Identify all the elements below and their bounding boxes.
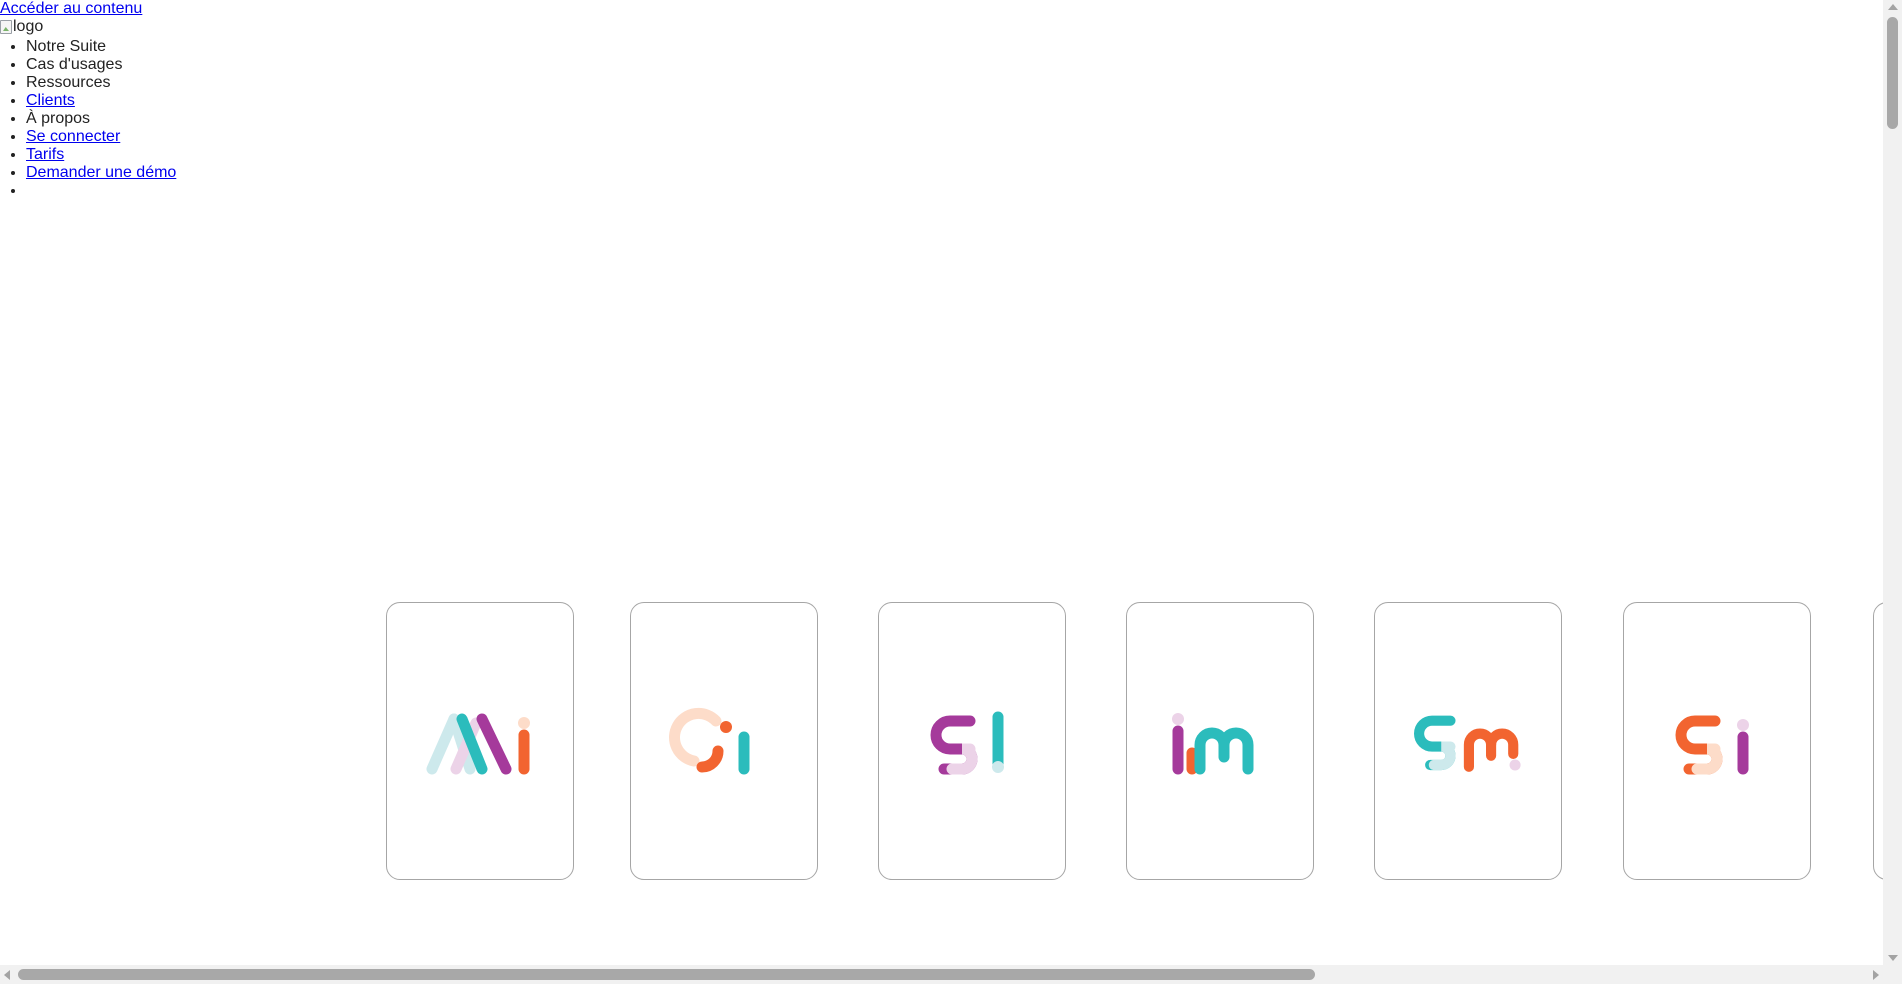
- product-card-oi[interactable]: [630, 602, 818, 880]
- nav-item-cas-usages[interactable]: Cas d'usages: [26, 56, 176, 74]
- nav-item-se-connecter: Se connecter: [26, 128, 176, 146]
- login-link[interactable]: Se connecter: [26, 128, 120, 145]
- nav-item-a-propos[interactable]: À propos: [26, 110, 176, 128]
- product-card-sm[interactable]: [1374, 602, 1562, 880]
- nav-item-clients: Clients: [26, 92, 176, 110]
- im-logo-icon: [1172, 713, 1254, 775]
- product-cards-carousel: [0, 602, 1883, 882]
- request-demo-link[interactable]: Demander une démo: [26, 164, 176, 181]
- si-orange-logo-icon: [1675, 715, 1749, 775]
- product-card-si-orange[interactable]: [1623, 602, 1811, 880]
- mi-logo-icon: [426, 713, 530, 775]
- product-card-mi[interactable]: [386, 602, 574, 880]
- main-navigation: Notre Suite Cas d'usages Ressources Clie…: [0, 38, 176, 200]
- logo-alt-text: logo: [13, 18, 44, 35]
- product-card-im[interactable]: [1126, 602, 1314, 880]
- scroll-up-arrow-icon[interactable]: [1888, 4, 1898, 10]
- site-logo[interactable]: logo: [0, 18, 43, 36]
- oi-logo-icon: [669, 707, 750, 775]
- si-logo-icon: [930, 711, 1004, 775]
- vertical-scroll-thumb[interactable]: [1887, 17, 1898, 129]
- pricing-link[interactable]: Tarifs: [26, 146, 64, 163]
- scroll-down-arrow-icon[interactable]: [1888, 955, 1898, 961]
- broken-image-icon: [0, 20, 12, 34]
- skip-to-content-link[interactable]: Accéder au contenu: [0, 0, 142, 18]
- nav-item-tarifs: Tarifs: [26, 146, 176, 164]
- nav-item-empty: [26, 182, 176, 200]
- nav-item-label[interactable]: Cas d'usages: [26, 56, 122, 73]
- clients-link[interactable]: Clients: [26, 92, 75, 109]
- nav-item-demo: Demander une démo: [26, 164, 176, 182]
- sm-logo-icon: [1414, 715, 1521, 772]
- nav-item-notre-suite[interactable]: Notre Suite: [26, 38, 176, 56]
- scroll-right-arrow-icon[interactable]: [1873, 970, 1879, 980]
- nav-item-label[interactable]: Ressources: [26, 74, 110, 91]
- browser-page: Accéder au contenu logo Notre Suite Cas …: [0, 0, 1902, 984]
- nav-item-ressources[interactable]: Ressources: [26, 74, 176, 92]
- product-card-partial[interactable]: [1873, 602, 1883, 880]
- nav-item-label[interactable]: Notre Suite: [26, 38, 106, 55]
- vertical-scrollbar[interactable]: [1883, 0, 1902, 965]
- horizontal-scrollbar[interactable]: [0, 965, 1902, 984]
- nav-item-label[interactable]: À propos: [26, 110, 90, 127]
- page-viewport: Accéder au contenu logo Notre Suite Cas …: [0, 0, 1883, 965]
- horizontal-scroll-thumb[interactable]: [18, 969, 1315, 980]
- scroll-left-arrow-icon[interactable]: [4, 970, 10, 980]
- product-card-si-purple[interactable]: [878, 602, 1066, 880]
